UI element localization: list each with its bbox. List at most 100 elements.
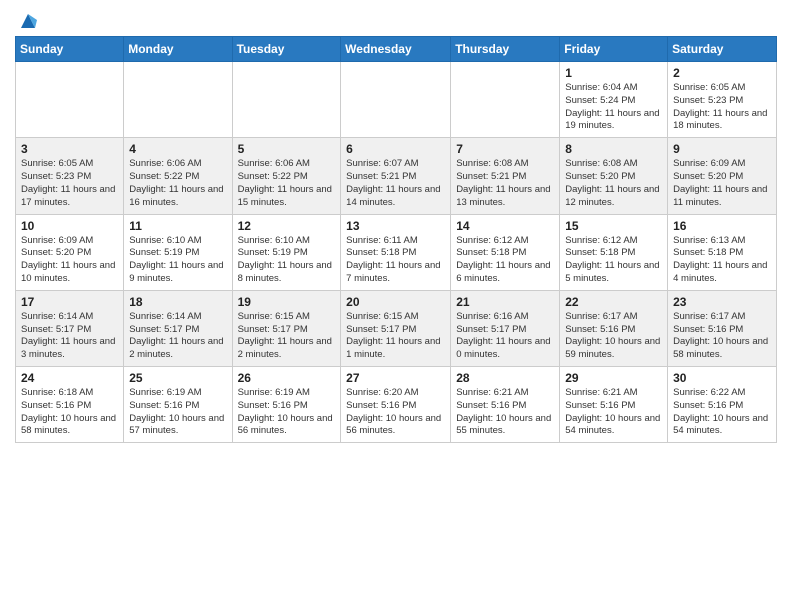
calendar-cell: 19 Sunrise: 6:15 AM Sunset: 5:17 PMDayligh…	[232, 290, 341, 366]
sunset-info: Sunset: 5:17 PM	[21, 324, 91, 335]
sunset-info: Sunset: 5:22 PM	[129, 171, 199, 182]
day-info: Sunrise: 6:11 AMSunset: 5:18 PMDaylight:…	[346, 235, 445, 286]
calendar-week-3: 10Sunrise: 6:09 AMSunset: 5:20 PMDayligh…	[16, 214, 777, 290]
sunrise-info: Sunrise: 6:15 AM	[346, 311, 418, 322]
sunrise-info: Sunrise: 6:22 AM	[673, 387, 745, 398]
logo-icon	[17, 10, 39, 32]
daylight-info: Daylight: 10 hours and 58 minutes.	[21, 413, 116, 437]
day-number: 21	[456, 295, 554, 309]
daylight-info: Daylight: 11 hours and 2 minutes.	[129, 336, 223, 360]
sunrise-info: Sunrise: 6:12 AM	[456, 235, 528, 246]
sunrise-info: Sunrise: 6:12 AM	[565, 235, 637, 246]
sunset-info: Sunset: 5:18 PM	[565, 247, 635, 258]
day-info: Sunrise: 6:17 AMSunset: 5:16 PMDaylight:…	[565, 311, 662, 362]
calendar-cell: 24Sunrise: 6:18 AMSunset: 5:16 PMDayligh…	[16, 367, 124, 443]
sunset-info: Sunset: 5:17 PM	[238, 324, 308, 335]
sunrise-info: Sunrise: 6:21 AM	[456, 387, 528, 398]
day-info: Sunrise: 6:14 AMSunset: 5:17 PMDaylight:…	[21, 311, 118, 362]
day-number: 9	[673, 142, 771, 156]
calendar-cell: 15 Sunrise: 6:12 AMSunset: 5:18 PMDayligh…	[560, 214, 668, 290]
day-info: Sunrise: 6:08 AMSunset: 5:21 PMDaylight:…	[456, 158, 554, 209]
weekday-header-saturday: Saturday	[668, 37, 777, 62]
sunset-info: Sunset: 5:19 PM	[238, 247, 308, 258]
daylight-info: Daylight: 11 hours and 2 minutes.	[238, 336, 332, 360]
calendar-cell: 3Sunrise: 6:05 AMSunset: 5:23 PMDaylight…	[16, 138, 124, 214]
calendar-cell: 7Sunrise: 6:08 AMSunset: 5:21 PMDaylight…	[451, 138, 560, 214]
day-info: Sunrise: 6:12 AMSunset: 5:18 PMDaylight:…	[565, 235, 662, 286]
day-number: 29	[565, 371, 662, 385]
calendar-cell	[232, 62, 341, 138]
sunrise-info: Sunrise: 6:06 AM	[238, 158, 310, 169]
daylight-info: Daylight: 11 hours and 9 minutes.	[129, 260, 223, 284]
daylight-info: Daylight: 11 hours and 13 minutes.	[456, 184, 550, 208]
sunrise-info: Sunrise: 6:21 AM	[565, 387, 637, 398]
sunset-info: Sunset: 5:18 PM	[456, 247, 526, 258]
daylight-info: Daylight: 11 hours and 18 minutes.	[673, 108, 767, 132]
daylight-info: Daylight: 10 hours and 56 minutes.	[238, 413, 333, 437]
daylight-info: Daylight: 10 hours and 59 minutes.	[565, 336, 660, 360]
calendar-cell: 13 Sunrise: 6:11 AMSunset: 5:18 PMDayligh…	[341, 214, 451, 290]
day-number: 27	[346, 371, 445, 385]
day-number: 18	[129, 295, 226, 309]
weekday-header-wednesday: Wednesday	[341, 37, 451, 62]
weekday-header-sunday: Sunday	[16, 37, 124, 62]
sunrise-info: Sunrise: 6:20 AM	[346, 387, 418, 398]
sunset-info: Sunset: 5:22 PM	[238, 171, 308, 182]
calendar-cell: 9Sunrise: 6:09 AMSunset: 5:20 PMDaylight…	[668, 138, 777, 214]
sunrise-info: Sunrise: 6:05 AM	[673, 82, 745, 93]
sunrise-info: Sunrise: 6:14 AM	[129, 311, 201, 322]
daylight-info: Daylight: 11 hours and 16 minutes.	[129, 184, 223, 208]
calendar-cell: 22Sunrise: 6:17 AMSunset: 5:16 PMDayligh…	[560, 290, 668, 366]
day-number: 28	[456, 371, 554, 385]
sunrise-info: Sunrise: 6:06 AM	[129, 158, 201, 169]
sunrise-info: Sunrise: 6:14 AM	[21, 311, 93, 322]
sunset-info: Sunset: 5:19 PM	[129, 247, 199, 258]
day-number: 1	[565, 66, 662, 80]
day-number: 15	[565, 219, 662, 233]
daylight-info: Daylight: 11 hours and 15 minutes.	[238, 184, 332, 208]
calendar-cell: 28 Sunrise: 6:21 AMSunset: 5:16 PMDayligh…	[451, 367, 560, 443]
weekday-header-thursday: Thursday	[451, 37, 560, 62]
page: SundayMondayTuesdayWednesdayThursdayFrid…	[0, 0, 792, 458]
day-info: Sunrise: 6:08 AMSunset: 5:20 PMDaylight:…	[565, 158, 662, 209]
sunrise-info: Sunrise: 6:15 AM	[238, 311, 310, 322]
day-info: Sunrise: 6:05 AMSunset: 5:23 PMDaylight:…	[673, 82, 771, 133]
sunset-info: Sunset: 5:16 PM	[565, 400, 635, 411]
calendar-cell: 17Sunrise: 6:14 AMSunset: 5:17 PMDayligh…	[16, 290, 124, 366]
calendar-cell: 16Sunrise: 6:13 AMSunset: 5:18 PMDayligh…	[668, 214, 777, 290]
sunrise-info: Sunrise: 6:09 AM	[21, 235, 93, 246]
day-number: 2	[673, 66, 771, 80]
day-info: Sunrise: 6:10 AMSunset: 5:19 PMDaylight:…	[238, 235, 336, 286]
daylight-info: Daylight: 10 hours and 54 minutes.	[673, 413, 768, 437]
sunrise-info: Sunrise: 6:11 AM	[346, 235, 418, 246]
sunrise-info: Sunrise: 6:07 AM	[346, 158, 418, 169]
calendar-cell: 10Sunrise: 6:09 AMSunset: 5:20 PMDayligh…	[16, 214, 124, 290]
calendar-cell: 20Sunrise: 6:15 AMSunset: 5:17 PMDayligh…	[341, 290, 451, 366]
day-number: 30	[673, 371, 771, 385]
calendar-cell	[451, 62, 560, 138]
day-info: Sunrise: 6:13 AMSunset: 5:18 PMDaylight:…	[673, 235, 771, 286]
calendar-cell	[124, 62, 232, 138]
sunset-info: Sunset: 5:20 PM	[565, 171, 635, 182]
day-number: 13	[346, 219, 445, 233]
day-number: 19	[238, 295, 336, 309]
daylight-info: Daylight: 11 hours and 11 minutes.	[673, 184, 767, 208]
weekday-header-tuesday: Tuesday	[232, 37, 341, 62]
calendar-cell: 30Sunrise: 6:22 AMSunset: 5:16 PMDayligh…	[668, 367, 777, 443]
day-info: Sunrise: 6:20 AMSunset: 5:16 PMDaylight:…	[346, 387, 445, 438]
daylight-info: Daylight: 10 hours and 54 minutes.	[565, 413, 660, 437]
daylight-info: Daylight: 10 hours and 57 minutes.	[129, 413, 224, 437]
weekday-header-row: SundayMondayTuesdayWednesdayThursdayFrid…	[16, 37, 777, 62]
calendar-week-2: 3Sunrise: 6:05 AMSunset: 5:23 PMDaylight…	[16, 138, 777, 214]
daylight-info: Daylight: 11 hours and 0 minutes.	[456, 336, 550, 360]
sunset-info: Sunset: 5:16 PM	[21, 400, 91, 411]
calendar-cell: 12Sunrise: 6:10 AMSunset: 5:19 PMDayligh…	[232, 214, 341, 290]
sunset-info: Sunset: 5:20 PM	[21, 247, 91, 258]
calendar-cell: 5Sunrise: 6:06 AMSunset: 5:22 PMDaylight…	[232, 138, 341, 214]
day-info: Sunrise: 6:05 AMSunset: 5:23 PMDaylight:…	[21, 158, 118, 209]
daylight-info: Daylight: 11 hours and 8 minutes.	[238, 260, 332, 284]
sunrise-info: Sunrise: 6:17 AM	[565, 311, 637, 322]
sunset-info: Sunset: 5:24 PM	[565, 95, 635, 106]
calendar-cell	[16, 62, 124, 138]
day-info: Sunrise: 6:21 AMSunset: 5:16 PMDaylight:…	[456, 387, 554, 438]
